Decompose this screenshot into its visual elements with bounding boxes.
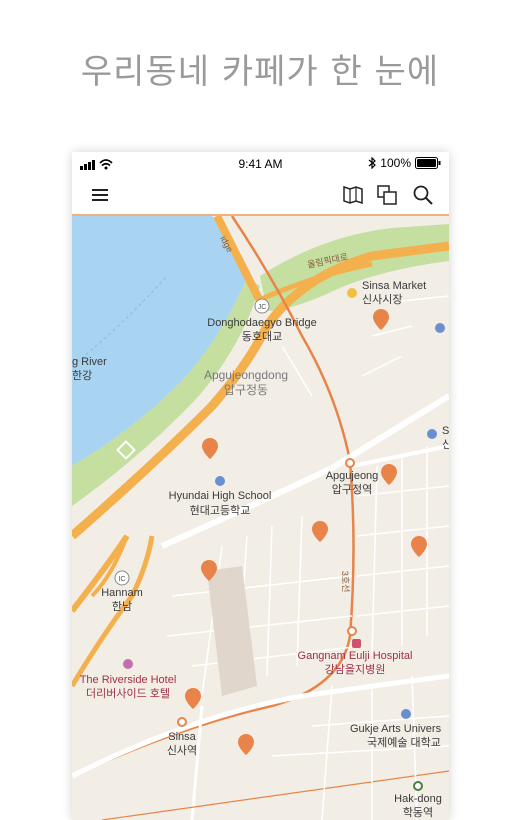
label-apgujeong-station-ko: 압구정역 bbox=[332, 483, 372, 496]
label-sinsa-station-en: Sinsa bbox=[168, 731, 196, 743]
label-hyundai-school-ko: 현대고등학교 bbox=[190, 504, 251, 517]
label-sinsa-station-ko: 신사역 bbox=[167, 744, 197, 757]
label-edge-s: S bbox=[442, 425, 449, 437]
jc-label: JC bbox=[258, 304, 267, 311]
hakdong-station-marker[interactable] bbox=[413, 781, 423, 791]
label-hannam-ko: 한남 bbox=[112, 600, 132, 613]
label-route-3: 3호선 bbox=[340, 571, 351, 593]
label-hakdong-station-en: Hak-dong bbox=[394, 793, 442, 805]
label-sinsa-market-ko: 신사시장 bbox=[362, 293, 402, 306]
label-hakdong-station-ko: 학동역 bbox=[403, 806, 433, 819]
gangnam-station-marker[interactable] bbox=[347, 626, 357, 636]
label-hyundai-school-en: Hyundai High School bbox=[169, 490, 272, 502]
map-view[interactable]: JC IC idge 올림픽대로 Sinsa Market 신사시장 Dongh… bbox=[72, 216, 449, 820]
hamburger-menu-icon[interactable] bbox=[90, 184, 112, 206]
label-gangnam-hospital-en: Gangnam Eulji Hospital bbox=[298, 650, 413, 662]
label-gangnam-hospital-ko: 강남을지병원 bbox=[325, 663, 386, 676]
label-apgujeongdong-ko: 압구정동 bbox=[224, 383, 268, 397]
status-right: 100% bbox=[368, 156, 441, 170]
overlapping-squares-icon[interactable] bbox=[376, 184, 398, 206]
folded-map-icon[interactable] bbox=[342, 184, 364, 206]
hotel-icon[interactable] bbox=[123, 659, 133, 669]
label-riverside-hotel-en: The Riverside Hotel bbox=[80, 674, 177, 686]
label-riverside-hotel-ko: 더리버사이드 호텔 bbox=[86, 687, 170, 700]
sinsa-station-marker[interactable] bbox=[177, 717, 187, 727]
apgujeong-station-marker[interactable] bbox=[345, 458, 355, 468]
poi-east2-icon[interactable] bbox=[427, 429, 437, 439]
label-han-river-en: g River bbox=[72, 356, 107, 368]
label-dongho-bridge-en: Donghodaegyo Bridge bbox=[207, 317, 316, 329]
label-edge-sin: 신 bbox=[442, 438, 449, 451]
page-headline: 우리동네 카페가 한 눈에 bbox=[80, 52, 440, 92]
university-icon[interactable] bbox=[401, 709, 411, 719]
label-sinsa-market-en: Sinsa Market bbox=[362, 280, 426, 292]
label-dongho-bridge-ko: 동호대교 bbox=[242, 330, 282, 343]
battery-icon bbox=[415, 157, 441, 169]
app-toolbar bbox=[72, 176, 449, 216]
label-hannam-en: Hannam bbox=[101, 587, 143, 599]
ic-label: IC bbox=[119, 576, 126, 583]
school-icon[interactable] bbox=[215, 476, 225, 486]
hospital-icon[interactable] bbox=[352, 639, 361, 648]
search-icon[interactable] bbox=[412, 184, 434, 206]
phone-frame: 9:41 AM 100% JC IC idge 올림픽대로 Sinsa Mark… bbox=[72, 152, 449, 820]
label-apgujeongdong-en: Apgujeongdong bbox=[204, 368, 288, 382]
bluetooth-icon bbox=[368, 157, 377, 169]
label-gukje-univ-en: Gukje Arts Univers bbox=[350, 723, 442, 735]
market-icon[interactable] bbox=[347, 288, 357, 298]
status-bar: 9:41 AM 100% bbox=[72, 152, 449, 176]
label-apgujeong-station-en: Apgujeong bbox=[326, 470, 379, 482]
label-gukje-univ-ko: 국제예술 대학교 bbox=[367, 736, 441, 749]
battery-percent: 100% bbox=[380, 156, 411, 170]
label-han-river-ko: 한강 bbox=[72, 369, 92, 382]
poi-east-icon[interactable] bbox=[435, 323, 445, 333]
